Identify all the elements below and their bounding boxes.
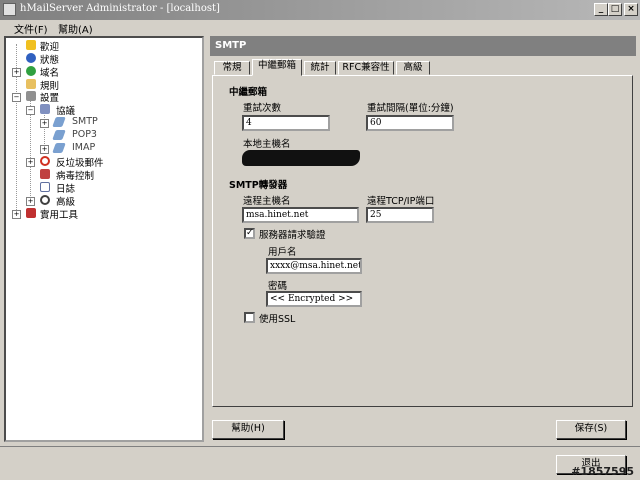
expand-smtp-icon[interactable]: +	[40, 119, 49, 128]
tab-rfc-compliance[interactable]: RFC兼容性	[338, 61, 394, 75]
password-label: 密碼	[268, 281, 288, 292]
tab-advanced[interactable]: 高級	[396, 61, 430, 75]
feather-icon	[52, 130, 66, 140]
tab-general[interactable]: 常規	[214, 61, 250, 75]
username-label: 用戶名	[268, 247, 297, 258]
magnifier-icon	[40, 195, 50, 205]
expand-utilities-icon[interactable]: +	[12, 210, 21, 219]
toolbox-icon	[26, 208, 36, 218]
settings-pane: SMTP 常規 中繼郵箱 統計 RFC兼容性 高級 中繼郵箱 重試次數 4 重試…	[210, 36, 636, 442]
save-button[interactable]: 保存(S)	[556, 420, 626, 439]
tab-statistics[interactable]: 統計	[304, 61, 336, 75]
page-header: SMTP	[210, 36, 636, 56]
virus-icon	[40, 169, 50, 179]
collapse-protocols-icon[interactable]: −	[26, 106, 35, 115]
divider	[0, 446, 640, 447]
app-icon	[3, 3, 16, 16]
menu-bar: 文件(F) 幫助(A)	[0, 20, 640, 36]
no-spam-icon	[40, 156, 50, 166]
smtp-relayer-section-title: SMTP轉發器	[229, 180, 288, 191]
feather-icon	[52, 117, 66, 127]
menu-file[interactable]: 文件(F)	[14, 21, 48, 36]
remote-host-label: 遠程主機名	[243, 196, 291, 207]
local-host-redacted[interactable]	[242, 150, 360, 166]
tab-panel: 中繼郵箱 重試次數 4 重試間隔(單位:分鐘) 60 本地主機名 SMTP轉發器…	[212, 75, 633, 407]
watermark: #1857595	[571, 465, 634, 478]
help-button[interactable]: 幫助(H)	[212, 420, 284, 439]
username-input[interactable]: xxxx@msa.hinet.net	[266, 258, 362, 274]
menu-help[interactable]: 幫助(A)	[58, 21, 93, 36]
expand-antispam-icon[interactable]: +	[26, 158, 35, 167]
use-ssl-label: 使用SSL	[259, 314, 296, 325]
relay-section-title: 中繼郵箱	[229, 87, 268, 98]
collapse-settings-icon[interactable]: −	[12, 93, 21, 102]
navigation-tree[interactable]: 歡迎 狀態 + 域名 規則 − 設置 − 協議 + SMTP POP3 + IM…	[4, 36, 204, 442]
title-bar: hMailServer Administrator - [localhost] …	[0, 0, 640, 20]
tab-relay[interactable]: 中繼郵箱	[252, 59, 302, 76]
expand-imap-icon[interactable]: +	[40, 145, 49, 154]
retry-interval-label: 重試間隔(單位:分鐘)	[367, 103, 454, 114]
remote-host-input[interactable]: msa.hinet.net	[242, 207, 359, 223]
folder-icon	[26, 79, 36, 89]
use-ssl-checkbox[interactable]	[244, 312, 255, 323]
window-title: hMailServer Administrator - [localhost]	[20, 3, 220, 14]
password-input[interactable]: << Encrypted >>	[266, 291, 362, 307]
retry-count-label: 重試次數	[243, 103, 282, 114]
close-button[interactable]: ×	[624, 3, 638, 16]
log-document-icon	[40, 182, 50, 192]
star-icon	[26, 40, 36, 50]
maximize-button[interactable]: □	[608, 3, 622, 16]
feather-icon	[52, 143, 66, 153]
network-icon	[40, 104, 50, 114]
remote-port-label: 遠程TCP/IP端口	[367, 196, 435, 207]
remote-port-input[interactable]: 25	[366, 207, 434, 223]
tools-icon	[26, 91, 36, 101]
auth-required-checkbox[interactable]: ✓	[244, 228, 255, 239]
retry-count-input[interactable]: 4	[242, 115, 330, 131]
info-icon	[26, 53, 36, 63]
expand-domains-icon[interactable]: +	[12, 68, 21, 77]
minimize-button[interactable]: _	[594, 3, 608, 16]
expand-advanced-icon[interactable]: +	[26, 197, 35, 206]
page-title: SMTP	[215, 40, 247, 51]
auth-required-label: 服務器請求驗證	[259, 230, 326, 241]
globe-icon	[26, 66, 36, 76]
retry-interval-input[interactable]: 60	[366, 115, 454, 131]
local-host-label: 本地主機名	[243, 139, 291, 150]
